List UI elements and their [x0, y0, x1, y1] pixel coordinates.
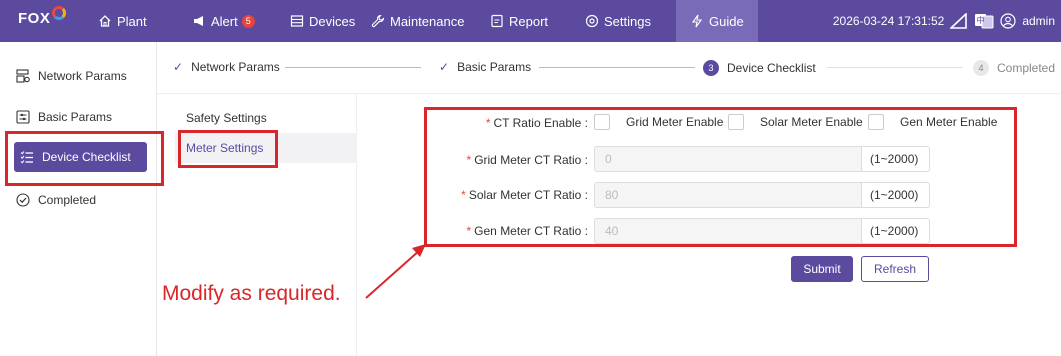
- nav-report[interactable]: Report: [490, 0, 548, 42]
- nav-settings-label: Settings: [604, 13, 651, 29]
- nav-devices[interactable]: Devices: [290, 0, 355, 42]
- nav-maintenance[interactable]: Maintenance: [371, 0, 464, 42]
- user-avatar-icon[interactable]: [1000, 13, 1016, 29]
- megaphone-icon: [194, 16, 203, 26]
- nav-plant-label: Plant: [117, 13, 147, 29]
- step-network-params[interactable]: ✓ Network Params: [173, 60, 280, 74]
- home-icon: [99, 15, 111, 27]
- annotation-note: Modify as required.: [162, 282, 341, 305]
- step-number: 4: [973, 60, 989, 76]
- sidebar-item-network-params[interactable]: Network Params: [16, 61, 127, 91]
- step-connector: [285, 67, 421, 68]
- check-circle-icon: [16, 193, 30, 207]
- list-icon: [290, 15, 304, 27]
- highlight-box-meter-settings: [178, 130, 278, 168]
- nav-guide-label: Guide: [709, 13, 744, 29]
- svg-text:中: 中: [977, 15, 985, 25]
- sidebar-item-basic-params[interactable]: Basic Params: [16, 102, 112, 132]
- progress-steps: ✓ Network Params ✓ Basic Params 3 Device…: [157, 42, 1061, 94]
- language-icon[interactable]: 中: [974, 13, 994, 29]
- highlight-box-device-checklist: [5, 131, 164, 186]
- alert-count-badge: 5: [241, 14, 255, 28]
- step-basic-params[interactable]: ✓ Basic Params: [439, 60, 531, 74]
- submenu-item-safety-settings[interactable]: Safety Settings: [175, 103, 357, 133]
- step-check-icon: ✓: [439, 60, 450, 74]
- top-navigation-bar: FOX Plant Alert 5 Devices Maintenance Re…: [0, 0, 1061, 42]
- settings-panel-icon: [16, 110, 30, 124]
- highlight-box-form: [424, 107, 1017, 247]
- nav-maintenance-label: Maintenance: [390, 13, 465, 29]
- left-sidebar: Network Params Basic Params Device Check…: [0, 42, 157, 356]
- sidebar-item-completed[interactable]: Completed: [16, 185, 96, 215]
- nav-settings[interactable]: Settings: [585, 0, 651, 42]
- step-number: 3: [703, 60, 719, 76]
- nav-devices-label: Devices: [309, 13, 356, 29]
- bolt-icon: [691, 14, 703, 28]
- sidebar-item-label: Completed: [38, 193, 97, 207]
- step-label: Basic Params: [457, 60, 532, 74]
- nav-alert[interactable]: Alert 5: [192, 0, 255, 42]
- step-completed[interactable]: 4 Completed: [973, 60, 1055, 76]
- annotation-arrow-icon: [365, 244, 426, 299]
- submit-button[interactable]: Submit: [791, 256, 853, 282]
- nav-report-label: Report: [509, 13, 549, 29]
- nav-guide[interactable]: Guide: [676, 0, 758, 42]
- fox-logo[interactable]: FOX: [18, 10, 50, 27]
- header-right-area: 2026-03-24 17:31:52 中 admin: [833, 0, 1055, 42]
- step-check-icon: ✓: [173, 60, 184, 74]
- logo-mark-icon: [52, 6, 66, 20]
- step-connector: [827, 67, 963, 68]
- username[interactable]: admin: [1022, 14, 1055, 28]
- datetime-display: 2026-03-24 17:31:52: [832, 14, 945, 28]
- step-label: Network Params: [191, 60, 280, 74]
- step-label: Completed: [997, 61, 1056, 75]
- refresh-button[interactable]: Refresh: [861, 256, 929, 282]
- step-connector: [539, 67, 695, 68]
- sidebar-item-label: Basic Params: [38, 110, 113, 124]
- gear-icon: [585, 14, 599, 28]
- network-icon: [16, 69, 30, 83]
- step-device-checklist[interactable]: 3 Device Checklist: [703, 60, 816, 76]
- nav-plant[interactable]: Plant: [98, 0, 147, 42]
- nav-alert-label: Alert: [211, 13, 238, 29]
- sidebar-item-label: Network Params: [38, 69, 127, 83]
- signal-strength-icon: [950, 13, 968, 29]
- wrench-icon: [371, 14, 385, 28]
- step-label: Device Checklist: [727, 61, 816, 75]
- document-icon: [491, 14, 503, 28]
- submenu-item-label: Safety Settings: [186, 111, 267, 125]
